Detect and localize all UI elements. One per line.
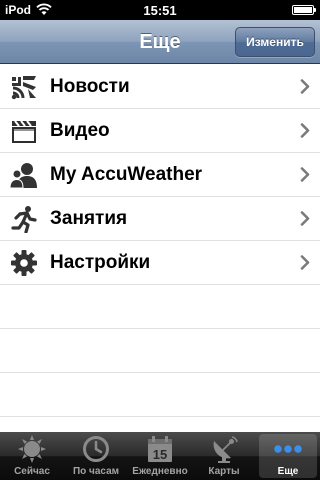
gear-icon (11, 250, 37, 276)
sun-icon (18, 435, 46, 463)
edit-button[interactable]: Изменить (235, 27, 315, 57)
tab-label: По часам (72, 466, 120, 477)
tab-label: Карты (208, 466, 240, 477)
menu-item-video[interactable]: Видео (0, 109, 320, 153)
battery-fill (294, 7, 312, 13)
menu-item-activities[interactable]: Занятия (0, 197, 320, 241)
calendar-icon: 15 (148, 436, 172, 462)
empty-row (0, 285, 320, 329)
menu-item-label: My AccuWeather (50, 164, 203, 185)
menu-item-label: Настройки (50, 252, 151, 273)
tab-now[interactable]: Сейчас (0, 432, 64, 480)
battery-icon (292, 5, 316, 15)
running-icon (11, 206, 37, 233)
chevron-right-icon (300, 167, 310, 182)
tab-maps[interactable]: Карты (192, 432, 256, 480)
menu-item-label: Занятия (50, 208, 128, 229)
more-icon (274, 445, 302, 453)
empty-row (0, 373, 320, 417)
empty-row (0, 417, 320, 432)
tab-label: Еще (277, 466, 299, 477)
tab-daily[interactable]: 15 Ежедневно (128, 432, 192, 480)
status-bar: iPod 15:51 (0, 0, 320, 20)
navigation-bar: Еще Изменить (0, 20, 320, 64)
chevron-right-icon (300, 255, 310, 270)
clock-icon (83, 436, 109, 462)
more-menu-list: Новости Видео My AccuWeather Занятия Нас… (0, 65, 320, 432)
empty-row (0, 329, 320, 373)
menu-item-settings[interactable]: Настройки (0, 241, 320, 285)
video-icon (12, 120, 36, 143)
chevron-right-icon (300, 211, 310, 226)
calendar-icon-number: 15 (153, 447, 167, 462)
chevron-right-icon (300, 123, 310, 138)
tab-label: Сейчас (14, 466, 50, 477)
tab-more[interactable]: Еще (256, 432, 320, 480)
status-time: 15:51 (143, 3, 177, 18)
news-icon (11, 76, 36, 100)
tab-label: Ежедневно (132, 466, 188, 477)
tab-bar: Сейчас По часам 15 Ежедневно Карты Еще (0, 432, 320, 480)
satellite-icon (213, 436, 238, 463)
menu-item-news[interactable]: Новости (0, 65, 320, 109)
menu-item-label: Видео (50, 120, 110, 141)
users-icon (10, 163, 37, 189)
menu-item-label: Новости (50, 76, 130, 97)
menu-item-my-accuweather[interactable]: My AccuWeather (0, 153, 320, 197)
chevron-right-icon (300, 79, 310, 94)
tab-hourly[interactable]: По часам (64, 432, 128, 480)
